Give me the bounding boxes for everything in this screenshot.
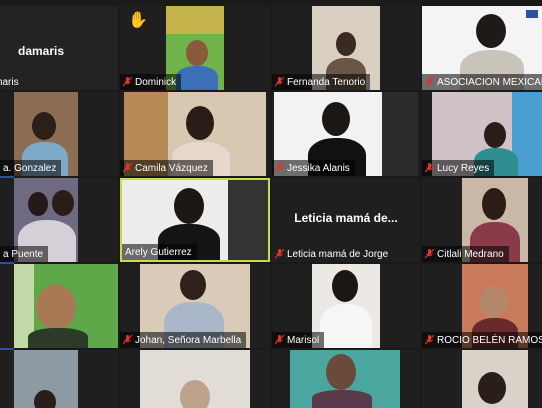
participant-display-name: Leticia mamá de... — [294, 211, 398, 225]
participant-tile[interactable]: Johan, Señora Marbella — [120, 264, 270, 348]
participant-tile[interactable] — [272, 350, 420, 408]
participant-name-bar: ROCIO BELÉN RAMOS R — [422, 332, 542, 348]
participant-name: Jessika Alanis — [287, 162, 350, 174]
participant-tile[interactable]: damaris damaris — [0, 6, 118, 90]
participant-name: damaris — [0, 76, 19, 88]
video-feed — [140, 350, 250, 408]
participant-tile[interactable]: Leticia mamá de... Leticia mamá de Jorge — [272, 178, 420, 262]
participant-name-bar: Marisol — [272, 332, 325, 348]
participant-name: Arely Gutierrez — [125, 246, 192, 258]
participant-name-bar: Dominick — [120, 74, 182, 90]
participant-tile[interactable]: a. Gonzalez — [0, 92, 118, 176]
participant-name-bar: Johan, Señora Marbella — [120, 332, 247, 348]
participant-name-bar: a. Gonzalez — [0, 160, 62, 176]
participant-tile[interactable]: ROCIO BELÉN RAMOS R — [422, 264, 542, 348]
muted-mic-icon — [425, 249, 434, 259]
video-feed — [14, 264, 118, 348]
participant-name: a Puente — [3, 248, 44, 260]
participant-name: Fernanda Tenorio — [287, 76, 366, 88]
participant-tile[interactable] — [0, 350, 118, 408]
participant-tile[interactable] — [422, 350, 542, 408]
participant-name-bar: Citlali Medrano — [422, 246, 509, 262]
participant-name: Marisol — [287, 334, 320, 346]
muted-mic-icon — [275, 335, 284, 345]
participant-display-name: damaris — [18, 44, 65, 58]
participant-name: a. Gonzalez — [3, 162, 57, 174]
muted-mic-icon — [123, 77, 132, 87]
muted-mic-icon — [275, 163, 284, 173]
participant-name: ASOCIACION MEXICANA — [437, 76, 542, 88]
participant-tile[interactable]: Jessika Alanis — [272, 92, 420, 176]
participant-tile[interactable] — [120, 350, 270, 408]
participant-name-bar: a Puente — [0, 246, 49, 262]
muted-mic-icon — [425, 77, 434, 87]
participant-name-bar: ASOCIACION MEXICANA — [422, 74, 542, 90]
participant-name-bar: Lucy Reyes — [422, 160, 495, 176]
participant-name: ROCIO BELÉN RAMOS R — [437, 334, 542, 346]
video-feed — [14, 350, 78, 408]
participant-name: Lucy Reyes — [437, 162, 490, 174]
participant-tile[interactable]: Camila Vázquez — [120, 92, 270, 176]
participant-tile[interactable]: Lucy Reyes — [422, 92, 542, 176]
participant-tile[interactable]: ASOCIACION MEXICANA — [422, 6, 542, 90]
participant-tile-active-speaker[interactable]: Arely Gutierrez — [120, 178, 270, 262]
participant-name-bar: damaris — [0, 74, 24, 90]
muted-mic-icon — [425, 163, 434, 173]
raised-hand-icon: ✋ — [128, 12, 148, 29]
participant-name-bar: Camila Vázquez — [120, 160, 213, 176]
participant-tile[interactable]: Marisol — [272, 264, 420, 348]
participant-name: Citlali Medrano — [437, 248, 504, 260]
muted-mic-icon — [275, 249, 284, 259]
participant-tile[interactable]: a Puente — [0, 178, 118, 262]
muted-mic-icon — [123, 335, 132, 345]
muted-mic-icon — [123, 163, 132, 173]
participant-name: Dominick — [135, 76, 177, 88]
participant-name: Johan, Señora Marbella — [135, 334, 242, 346]
participant-tile[interactable] — [0, 264, 118, 348]
participant-tile[interactable]: ✋ Dominick — [120, 6, 270, 90]
participant-name-bar: Fernanda Tenorio — [272, 74, 371, 90]
video-feed — [462, 350, 528, 408]
participant-name: Camila Vázquez — [135, 162, 208, 174]
participant-name: Leticia mamá de Jorge — [287, 248, 389, 260]
muted-mic-icon — [425, 335, 434, 345]
participant-name-bar: Arely Gutierrez — [122, 244, 197, 260]
participant-name-bar: Jessika Alanis — [272, 160, 355, 176]
participant-tile[interactable]: Citlali Medrano — [422, 178, 542, 262]
muted-mic-icon — [275, 77, 284, 87]
participant-tile[interactable]: Fernanda Tenorio — [272, 6, 420, 90]
participant-name-bar: Leticia mamá de Jorge — [272, 246, 393, 262]
video-feed — [290, 350, 400, 408]
